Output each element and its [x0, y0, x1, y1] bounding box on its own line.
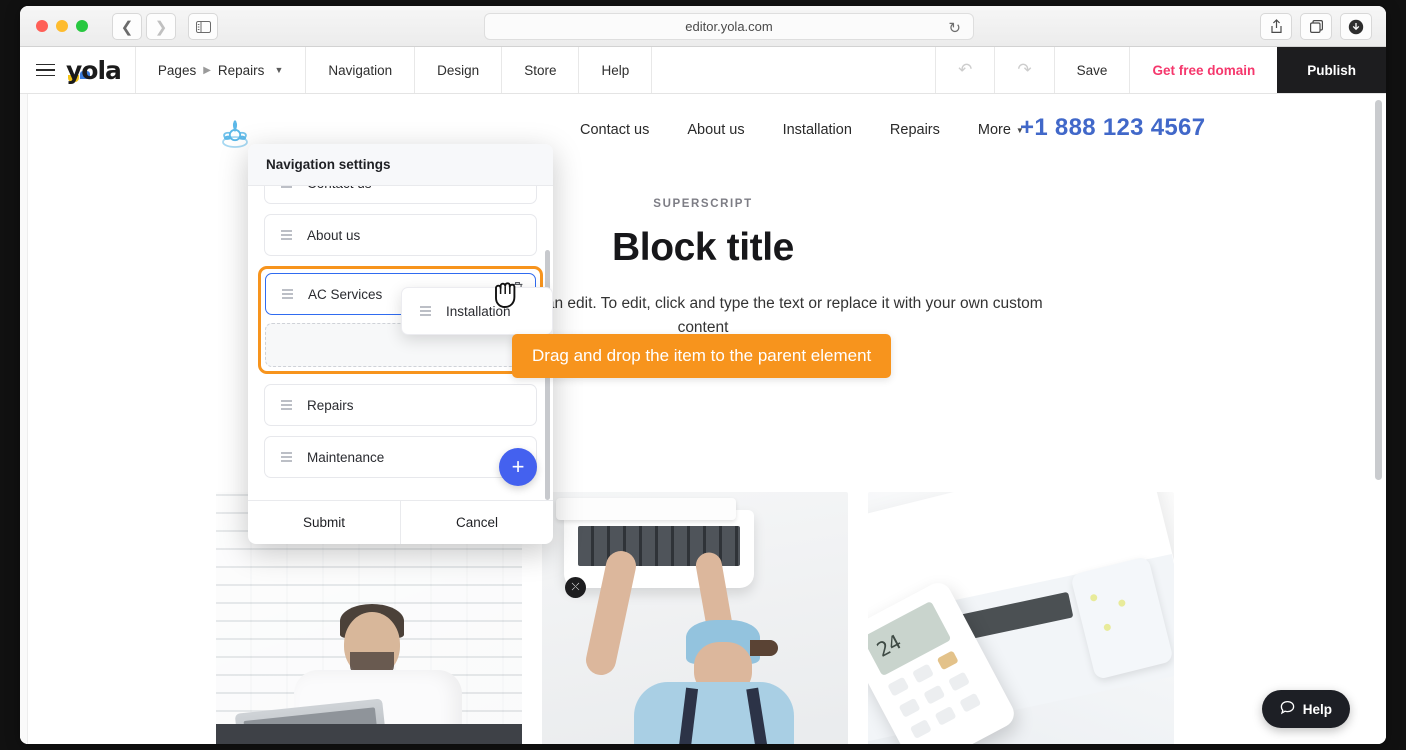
list-item-label: AC Services	[308, 286, 383, 302]
submit-button[interactable]: Submit	[248, 501, 401, 544]
download-icon[interactable]	[1340, 13, 1372, 40]
site-preview-canvas: Contact us About us Installation Repairs…	[20, 94, 1386, 744]
add-item-button[interactable]: +	[499, 448, 537, 486]
maximize-window-button[interactable]	[76, 20, 88, 32]
share-icon[interactable]	[1260, 13, 1292, 40]
tab-design[interactable]: Design	[414, 47, 501, 93]
list-item-label: Repairs	[307, 397, 354, 413]
list-item-repairs[interactable]: Repairs	[264, 384, 537, 426]
gallery-photo-ac-remote-control[interactable]	[868, 492, 1174, 744]
breadcrumb[interactable]: Pages ▶ Repairs ▼	[134, 47, 305, 93]
drag-handle-icon[interactable]	[281, 450, 292, 465]
dialog-body: Contact us About us AC Services	[248, 186, 553, 500]
dragged-item-label: Installation	[446, 303, 511, 319]
breadcrumb-separator-icon: ▶	[203, 64, 211, 76]
tab-navigation[interactable]: Navigation	[305, 47, 414, 93]
desktop-background: ❮ ❯ editor.yola.com ↻ yola Pages ▶ Repai…	[0, 0, 1406, 750]
site-nav-more[interactable]: More ▼	[978, 122, 1024, 138]
list-item-about-us[interactable]: About us	[264, 214, 537, 256]
breadcrumb-current[interactable]: Repairs	[218, 63, 265, 78]
site-nav-installation[interactable]: Installation	[783, 122, 852, 138]
reload-icon[interactable]: ↻	[948, 19, 961, 37]
site-nav-contact-us[interactable]: Contact us	[580, 122, 649, 138]
get-free-domain-button[interactable]: Get free domain	[1129, 47, 1277, 93]
site-header: Contact us About us Installation Repairs…	[20, 94, 1386, 176]
sidebar-toggle-icon[interactable]	[188, 13, 218, 40]
breadcrumb-root[interactable]: Pages	[158, 63, 196, 78]
superscript-label: SUPERSCRIPT	[653, 198, 753, 210]
editor-toolbar: yola Pages ▶ Repairs ▼ Navigation Design…	[20, 47, 1386, 94]
undo-arrow-icon[interactable]: ↶	[935, 47, 994, 93]
save-button[interactable]: Save	[1053, 47, 1130, 93]
page-scrollbar[interactable]	[1375, 100, 1382, 480]
help-widget-label: Help	[1302, 701, 1332, 717]
drag-handle-icon[interactable]	[281, 398, 292, 413]
browser-toolbar: ❮ ❯ editor.yola.com ↻	[20, 6, 1386, 47]
address-bar[interactable]: editor.yola.com ↻	[484, 13, 974, 40]
gallery-photo-technician-servicing-ac[interactable]	[542, 492, 848, 744]
tab-help[interactable]: Help	[578, 47, 651, 93]
list-item-maintenance[interactable]: Maintenance	[264, 436, 537, 478]
navigation-settings-dialog: Navigation settings Contact us About us	[248, 144, 553, 544]
browser-window: ❮ ❯ editor.yola.com ↻ yola Pages ▶ Repai…	[20, 6, 1386, 744]
hamburger-menu-icon[interactable]	[20, 47, 62, 93]
drop-target-highlight: AC Services Installation	[258, 266, 553, 374]
logo-text: yola	[66, 55, 122, 85]
yola-logo[interactable]: yola	[62, 47, 135, 93]
drag-handle-icon[interactable]	[281, 228, 292, 243]
drag-instruction-tooltip: Drag and drop the item to the parent ele…	[512, 334, 892, 378]
drag-handle-icon[interactable]	[420, 304, 431, 319]
chevron-down-icon[interactable]: ▼	[274, 65, 283, 75]
minimize-window-button[interactable]	[56, 20, 68, 32]
site-phone-number[interactable]: +1 888 123 4567	[1020, 114, 1205, 142]
forward-icon[interactable]: ❯	[146, 13, 176, 40]
navigation-items-list: Contact us About us AC Services	[258, 186, 553, 488]
list-item-contact-us[interactable]: Contact us	[264, 186, 537, 204]
window-traffic-lights	[36, 20, 88, 32]
tab-store[interactable]: Store	[501, 47, 578, 93]
list-item-label: Contact us	[307, 186, 372, 191]
back-icon[interactable]: ❮	[112, 13, 142, 40]
drag-handle-icon[interactable]	[282, 287, 293, 302]
site-navigation: Contact us About us Installation Repairs…	[580, 122, 1024, 138]
dialog-footer: Submit Cancel	[248, 500, 553, 544]
canvas-left-gutter	[20, 94, 28, 744]
publish-button[interactable]: Publish	[1277, 47, 1386, 93]
help-widget-button[interactable]: Help	[1261, 690, 1350, 728]
redo-arrow-icon[interactable]: ↷	[994, 47, 1053, 93]
page-title[interactable]: Block title	[20, 226, 1386, 270]
site-nav-repairs[interactable]: Repairs	[890, 122, 940, 138]
dialog-title: Navigation settings	[248, 144, 553, 186]
browser-actions	[1260, 13, 1372, 40]
hero-block: SUPERSCRIPT Block title This is a sample…	[20, 176, 1386, 340]
resize-diagonal-icon[interactable]: ⤬	[565, 577, 586, 598]
list-item-label: About us	[307, 227, 361, 243]
drag-handle-icon[interactable]	[281, 186, 292, 190]
plus-icon: +	[511, 454, 525, 479]
list-item-label: Maintenance	[307, 449, 385, 465]
toolbar-spacer	[651, 47, 935, 93]
url-text: editor.yola.com	[685, 19, 773, 34]
dragged-list-item-installation[interactable]: Installation	[401, 287, 553, 335]
close-window-button[interactable]	[36, 20, 48, 32]
site-nav-about-us[interactable]: About us	[687, 122, 744, 138]
cancel-button[interactable]: Cancel	[401, 501, 553, 544]
tab-overview-icon[interactable]	[1300, 13, 1332, 40]
site-nav-more-label: More	[977, 122, 1011, 138]
chat-bubble-icon	[1280, 700, 1295, 718]
